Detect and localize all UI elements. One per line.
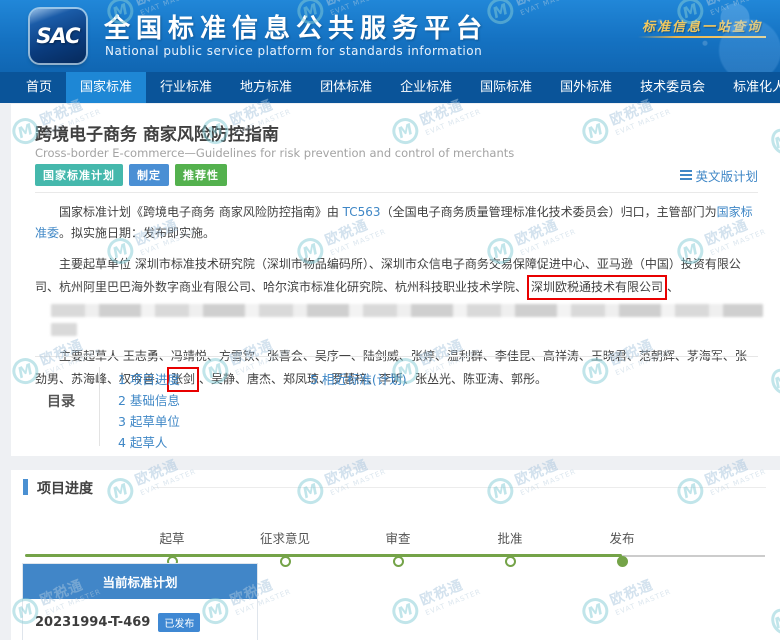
current-plan-card: 当前标准计划 20231994-T-469 已发布 跨境电子商务 商家风险防控指… <box>22 563 258 640</box>
plan-card-body: 20231994-T-469 已发布 跨境电子商务 商家风险防控指南 <box>23 599 257 640</box>
intro-text: （全国电子商务质量管理标准化技术委员会）归口，主管部门为 <box>381 205 717 219</box>
table-of-contents: 目录 1 项目进度2 基础信息3 起草单位4 起草人 5 相近标准(计划) <box>35 356 758 456</box>
status-badge: 已发布 <box>158 613 200 632</box>
page-title: 跨境电子商务 商家风险防控指南 <box>35 120 279 145</box>
milestone-label: 征求意见 <box>245 528 325 547</box>
site-title: 全国标准信息公共服务平台 <box>104 8 488 45</box>
nav-item[interactable]: 国际标准 <box>466 72 546 103</box>
milestone-label: 审查 <box>358 528 438 547</box>
section-gap <box>0 456 780 470</box>
standard-tag: 推荐性 <box>175 164 227 186</box>
header-slogan: 标准信息一站查询 <box>642 16 762 35</box>
milestone-label: 批准 <box>470 528 550 547</box>
sac-logo: SAC <box>30 9 86 63</box>
nav-item[interactable]: 团体标准 <box>306 72 386 103</box>
sac-logo-text: SAC <box>36 24 79 48</box>
plan-code[interactable]: 20231994-T-469 <box>35 615 150 630</box>
toc-link[interactable]: 1 项目进度 <box>118 369 180 390</box>
intro-paragraph: 国家标准计划《跨境电子商务 商家风险防控指南》由 TC563（全国电子商务质量管… <box>35 202 758 244</box>
project-progress-section: 项目进度 起草征求意见审查批准发布 当前标准计划 20231994-T-469 … <box>11 470 780 640</box>
toc-column-2: 5 相近标准(计划) <box>310 357 407 456</box>
orgs-label: 主要起草单位 <box>59 257 131 271</box>
nav-item[interactable]: 技术委员会 <box>626 72 719 103</box>
toc-link[interactable]: 4 起草人 <box>118 432 180 453</box>
milestone-4: 批准 <box>470 528 550 567</box>
redacted-content <box>51 323 77 336</box>
standard-detail-card: 跨境电子商务 商家风险防控指南 Cross-border E-commerce—… <box>11 104 780 456</box>
milestone-dot <box>280 556 291 567</box>
nav-item[interactable]: 国家标准 <box>66 72 146 103</box>
english-version-link[interactable]: 英文版计划 <box>680 166 758 185</box>
nav-item[interactable]: 首页 <box>12 72 66 103</box>
highlighted-org: 深圳欧税通技术有限公司 <box>527 275 667 300</box>
site-subtitle-en: National public service platform for sta… <box>105 44 482 58</box>
milestone-3: 审查 <box>358 528 438 567</box>
milestone-dot <box>505 556 516 567</box>
milestone-5: 发布 <box>582 528 662 567</box>
orgs-list: 、 <box>667 280 679 294</box>
intro-text: 国家标准计划《跨境电子商务 商家风险防控指南》由 <box>59 205 343 219</box>
milestone-dot <box>393 556 404 567</box>
milestone-1: 起草 <box>132 528 212 567</box>
orgs-paragraph: 主要起草单位 深圳市标准技术研究院（深圳市物品编码所）、深圳市众信电子商务交易保… <box>35 254 758 336</box>
toc-divider <box>99 367 100 446</box>
toc-link[interactable]: 2 基础信息 <box>118 390 180 411</box>
app-header: SAC 全国标准信息公共服务平台 National public service… <box>0 0 780 72</box>
nav-item[interactable]: 国外标准 <box>546 72 626 103</box>
toc-label: 目录 <box>35 357 99 456</box>
english-version-label: 英文版计划 <box>695 166 758 185</box>
milestone-label: 起草 <box>132 528 212 547</box>
plan-card-header: 当前标准计划 <box>23 564 257 599</box>
intro-text: 。拟实施日期：发布即实施。 <box>59 226 215 240</box>
toc-link[interactable]: 3 起草单位 <box>118 411 180 432</box>
page-title-en: Cross-border E-commerce—Guidelines for r… <box>35 146 514 160</box>
nav-item[interactable]: 行业标准 <box>146 72 226 103</box>
toc-link[interactable]: 5 相近标准(计划) <box>310 369 407 390</box>
divider <box>35 192 758 193</box>
milestone-label: 发布 <box>582 528 662 547</box>
slogan-underline <box>638 36 766 38</box>
milestone-dot <box>617 556 628 567</box>
page: SAC 全国标准信息公共服务平台 National public service… <box>0 0 780 640</box>
toc-column-1: 1 项目进度2 基础信息3 起草单位4 起草人 <box>118 357 180 456</box>
list-icon <box>680 170 692 181</box>
tc-link[interactable]: TC563 <box>343 205 381 219</box>
nav-item[interactable]: 地方标准 <box>226 72 306 103</box>
standard-tag: 国家标准计划 <box>35 164 123 186</box>
nav-item[interactable]: 企业标准 <box>386 72 466 103</box>
milestone-2: 征求意见 <box>245 528 325 567</box>
redacted-content <box>51 304 763 317</box>
nav-item[interactable]: 标准化人才 <box>719 72 780 103</box>
tag-row: 国家标准计划制定推荐性 <box>35 164 227 186</box>
main-nav: 首页国家标准行业标准地方标准团体标准企业标准国际标准国外标准技术委员会标准化人才 <box>0 72 780 103</box>
standard-tag: 制定 <box>129 164 169 186</box>
